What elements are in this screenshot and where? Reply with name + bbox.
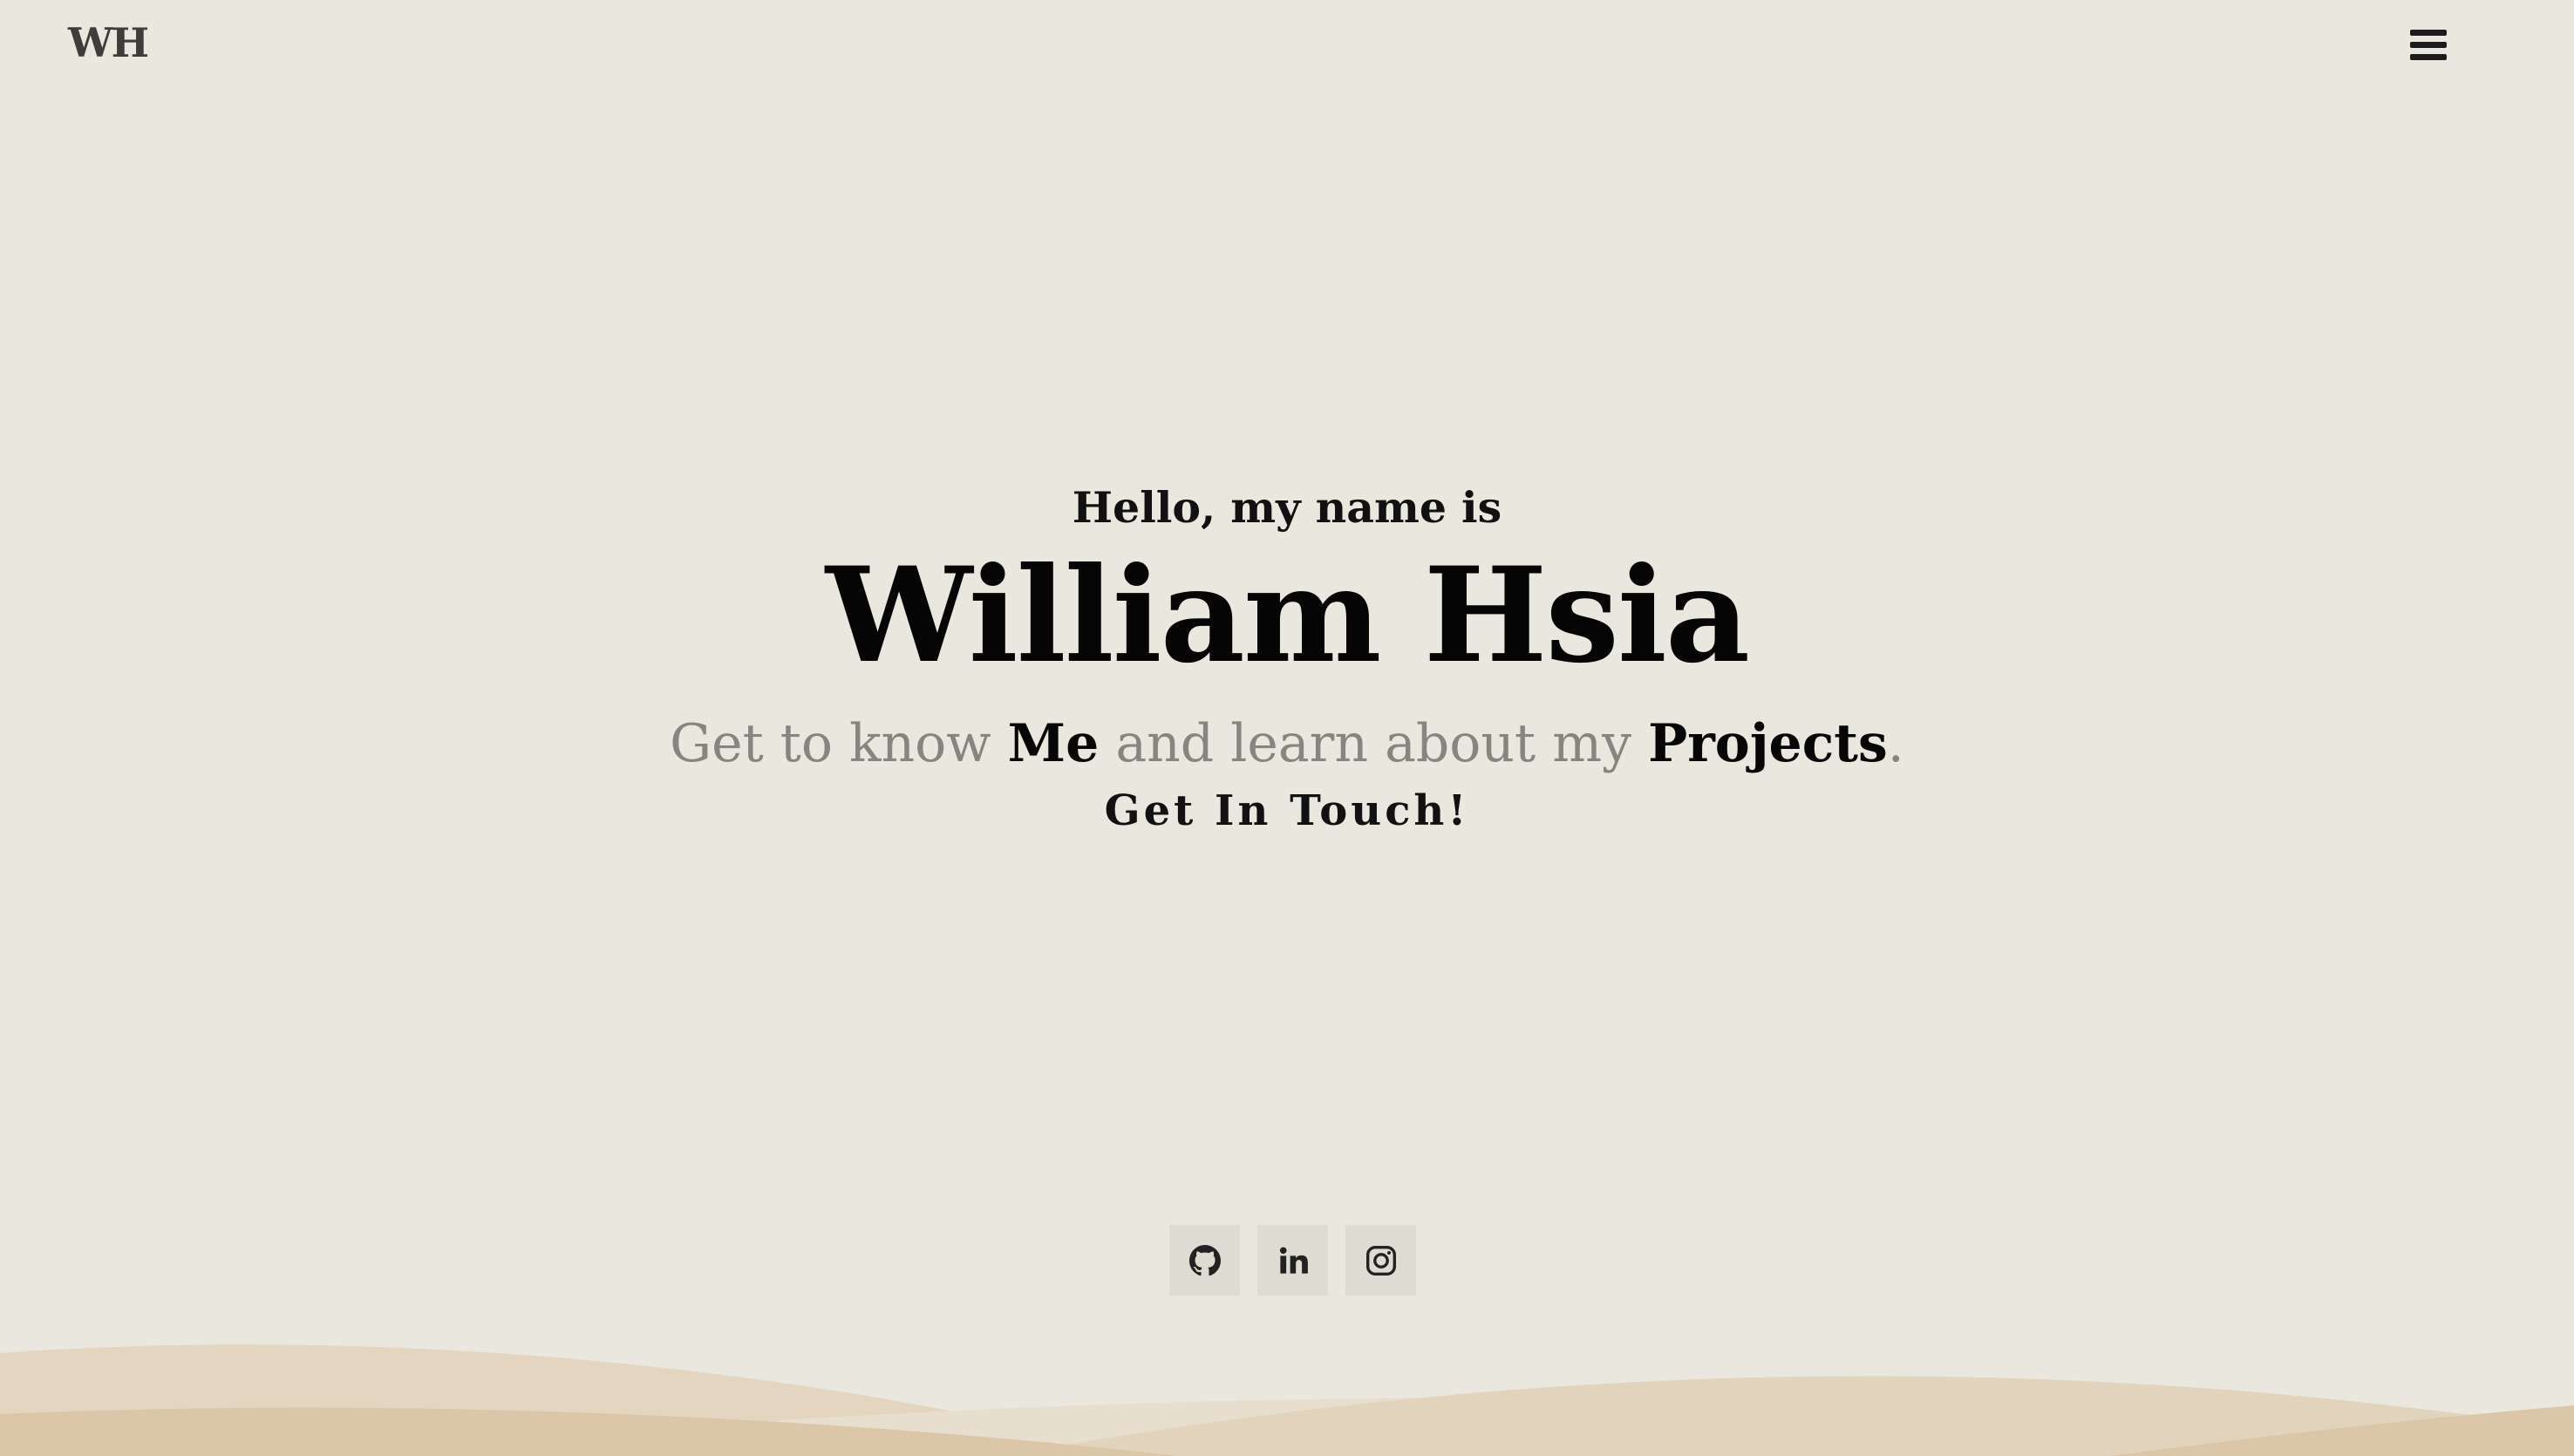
github-icon (1188, 1244, 1221, 1276)
tagline-text: Get to know (670, 713, 1008, 774)
hamburger-menu-icon (2410, 30, 2447, 36)
github-button[interactable] (1169, 1225, 1240, 1296)
instagram-button[interactable] (1345, 1225, 1416, 1296)
hamburger-menu-icon (2410, 54, 2447, 60)
site-logo[interactable]: WH (68, 19, 149, 66)
projects-link[interactable]: Projects (1648, 713, 1888, 774)
tagline-text: and learn about my (1099, 713, 1649, 774)
decorative-waves (0, 1344, 2574, 1456)
instagram-icon (1365, 1245, 1396, 1276)
hamburger-menu-button[interactable] (2410, 30, 2447, 61)
greeting-text: Hello, my name is (1072, 482, 1502, 533)
about-me-link[interactable]: Me (1008, 713, 1100, 774)
tagline-period: . (1887, 713, 1904, 774)
get-in-touch-link[interactable]: Get In Touch! (0, 788, 2574, 834)
social-links (1169, 1225, 1416, 1296)
linkedin-icon (1279, 1246, 1308, 1274)
hamburger-menu-icon (2410, 42, 2447, 48)
hero-tagline: Get to know Me and learn about my Projec… (0, 715, 2574, 772)
linkedin-button[interactable] (1257, 1225, 1328, 1296)
hero-name-heading: William Hsia (825, 539, 1750, 692)
